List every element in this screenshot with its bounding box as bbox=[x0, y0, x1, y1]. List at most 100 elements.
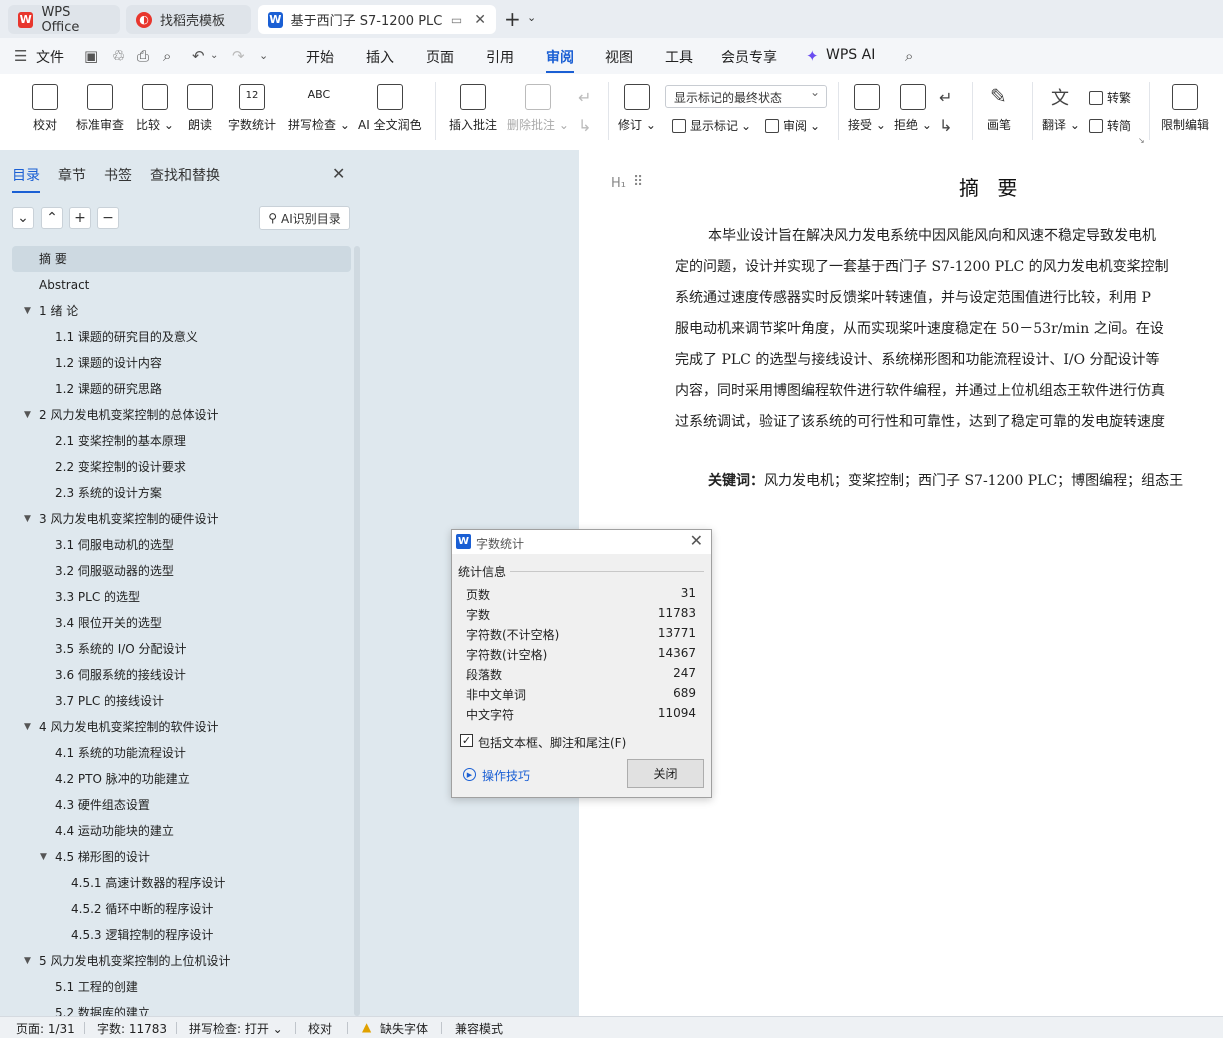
tips-link[interactable]: 操作技巧 bbox=[482, 767, 530, 784]
reject-button[interactable]: 拒绝 ⌄ bbox=[894, 84, 932, 133]
menu-file[interactable]: 文件 bbox=[36, 47, 64, 67]
pen-button[interactable]: ✎ 画笔 bbox=[986, 84, 1012, 133]
undo-icon[interactable]: ↶ bbox=[192, 47, 205, 65]
toc-item[interactable]: 2.2 变桨控制的设计要求 bbox=[12, 454, 351, 480]
restrict-edit-button[interactable]: 限制编辑 bbox=[1161, 84, 1209, 133]
to-traditional-button[interactable]: 转繁 bbox=[1089, 89, 1131, 106]
print-preview-icon[interactable]: ⌕ bbox=[163, 47, 171, 65]
expand-arrow-icon[interactable]: ▼ bbox=[24, 402, 31, 428]
quick-access-chevron-icon[interactable]: ⌄ bbox=[259, 49, 268, 62]
next-comment-icon[interactable]: ↳ bbox=[578, 116, 591, 135]
menu-reference[interactable]: 引用 bbox=[486, 47, 514, 67]
toc-item[interactable]: 1.1 课题的研究目的及意义 bbox=[12, 324, 351, 350]
tab-document[interactable]: W 基于西门子 S7-1200 PLC 的 ▭ ✕ bbox=[258, 5, 496, 34]
markup-view-select[interactable]: 显示标记的最终状态 bbox=[665, 85, 827, 108]
toc-item[interactable]: 2.3 系统的设计方案 bbox=[12, 480, 351, 506]
revise-button[interactable]: 修订 ⌄ bbox=[618, 84, 656, 133]
menu-insert[interactable]: 插入 bbox=[366, 47, 394, 67]
dialog-titlebar[interactable]: W 字数统计 ✕ bbox=[452, 530, 711, 554]
toc-item[interactable]: Abstract bbox=[12, 272, 351, 298]
toc-item[interactable]: 4.4 运动功能块的建立 bbox=[12, 818, 351, 844]
expand-arrow-icon[interactable]: ▼ bbox=[24, 298, 31, 324]
toc-item[interactable]: 3.1 伺服电动机的选型 bbox=[12, 532, 351, 558]
spell-check-button[interactable]: ABC 拼写检查 ⌄ bbox=[288, 84, 350, 133]
include-textbox-label[interactable]: 包括文本框、脚注和尾注(F) bbox=[478, 734, 626, 751]
ai-polish-button[interactable]: AI 全文润色 bbox=[358, 84, 422, 133]
status-word-count[interactable]: 字数: 11783 bbox=[97, 1020, 167, 1037]
menu-view[interactable]: 视图 bbox=[605, 47, 633, 67]
heading-marker-icon[interactable]: H₁ bbox=[611, 176, 626, 191]
toc-item[interactable]: ▼ 4.5 梯形图的设计 bbox=[12, 844, 351, 870]
show-markup-button[interactable]: 显示标记 ⌄ bbox=[672, 117, 751, 134]
word-count-button[interactable]: 12 字数统计 bbox=[228, 84, 276, 133]
delete-comment-button[interactable]: 删除批注 ⌄ bbox=[507, 84, 569, 133]
toc-item[interactable]: 1.2 课题的研究思路 bbox=[12, 376, 351, 402]
save-icon[interactable]: ▣ bbox=[84, 47, 98, 65]
tab-wps-office[interactable]: W WPS Office bbox=[8, 5, 120, 35]
toc-item[interactable]: ▼ 2 风力发电机变桨控制的总体设计 bbox=[12, 402, 351, 428]
menu-tools[interactable]: 工具 bbox=[665, 47, 693, 67]
nav-tab-find-replace[interactable]: 查找和替换 bbox=[150, 165, 220, 185]
status-page[interactable]: 页面: 1/31 bbox=[16, 1020, 75, 1037]
toc-item[interactable]: 2.1 变桨控制的基本原理 bbox=[12, 428, 351, 454]
close-tab-icon[interactable]: ✕ bbox=[474, 12, 486, 28]
proofread-button[interactable]: 校对 bbox=[32, 84, 58, 133]
dialog-close-icon[interactable]: ✕ bbox=[690, 531, 703, 550]
toc-item[interactable]: 3.6 伺服系统的接线设计 bbox=[12, 662, 351, 688]
share-icon[interactable]: ♲ bbox=[112, 47, 125, 65]
play-circle-icon[interactable]: ▶ bbox=[463, 768, 476, 781]
toc-item[interactable]: ▼ 1 绪 论 bbox=[12, 298, 351, 324]
accept-button[interactable]: 接受 ⌄ bbox=[848, 84, 886, 133]
ai-toc-button[interactable]: ⚲ AI识别目录 bbox=[259, 206, 350, 230]
insert-comment-button[interactable]: 插入批注 bbox=[449, 84, 497, 133]
nav-scrollbar[interactable] bbox=[354, 246, 360, 1016]
ribbon-expand-icon[interactable]: ↘ bbox=[1138, 136, 1145, 145]
expand-arrow-icon[interactable]: ▼ bbox=[24, 714, 31, 740]
close-pane-icon[interactable]: ✕ bbox=[332, 164, 345, 183]
translate-button[interactable]: 文 翻译 ⌄ bbox=[1042, 84, 1080, 133]
toc-item[interactable]: 摘 要 bbox=[12, 246, 351, 272]
search-icon[interactable]: ⌕ bbox=[905, 47, 913, 65]
menu-membership[interactable]: 会员专享 bbox=[721, 47, 777, 67]
expand-arrow-icon[interactable]: ▼ bbox=[40, 844, 47, 870]
status-missing-font[interactable]: 缺失字体 bbox=[380, 1020, 428, 1037]
menu-review[interactable]: 审阅 bbox=[546, 47, 574, 73]
menu-home[interactable]: 开始 bbox=[306, 47, 334, 67]
toc-item[interactable]: ▼ 3 风力发电机变桨控制的硬件设计 bbox=[12, 506, 351, 532]
toc-item[interactable]: 4.2 PTO 脉冲的功能建立 bbox=[12, 766, 351, 792]
demote-button[interactable]: − bbox=[97, 207, 119, 229]
toc-item[interactable]: 1.2 课题的设计内容 bbox=[12, 350, 351, 376]
prev-change-icon[interactable]: ↵ bbox=[939, 88, 952, 107]
toc-item[interactable]: 3.3 PLC 的选型 bbox=[12, 584, 351, 610]
toc-item[interactable]: 4.5.1 高速计数器的程序设计 bbox=[12, 870, 351, 896]
toc-item[interactable]: 4.5.2 循环中断的程序设计 bbox=[12, 896, 351, 922]
standard-review-button[interactable]: 标准审查 bbox=[76, 84, 124, 133]
tab-list-chevron-icon[interactable]: ⌄ bbox=[527, 11, 536, 24]
read-aloud-button[interactable]: 朗读 bbox=[187, 84, 213, 133]
collapse-all-button[interactable]: ⌄ bbox=[12, 207, 34, 229]
new-tab-icon[interactable]: + bbox=[504, 7, 521, 31]
review-pane-button[interactable]: 审阅 ⌄ bbox=[765, 117, 820, 134]
toc-item[interactable]: ▼ 4 风力发电机变桨控制的软件设计 bbox=[12, 714, 351, 740]
toc-item[interactable]: 5.1 工程的创建 bbox=[12, 974, 351, 1000]
toc-item[interactable]: 4.1 系统的功能流程设计 bbox=[12, 740, 351, 766]
next-change-icon[interactable]: ↳ bbox=[939, 116, 952, 135]
include-textbox-checkbox[interactable]: ✓ bbox=[460, 734, 473, 747]
undo-dropdown-icon[interactable]: ⌄ bbox=[210, 50, 218, 61]
status-proofread[interactable]: 校对 bbox=[308, 1020, 332, 1037]
hamburger-icon[interactable]: ☰ bbox=[14, 47, 27, 65]
print-icon[interactable]: ⎙ bbox=[137, 47, 149, 65]
toc-item[interactable]: 3.2 伺服驱动器的选型 bbox=[12, 558, 351, 584]
compare-button[interactable]: 比较 ⌄ bbox=[136, 84, 174, 133]
toc-item[interactable]: ▼ 5 风力发电机变桨控制的上位机设计 bbox=[12, 948, 351, 974]
menu-page[interactable]: 页面 bbox=[426, 47, 454, 67]
expand-up-button[interactable]: ⌃ bbox=[41, 207, 63, 229]
expand-arrow-icon[interactable]: ▼ bbox=[24, 506, 31, 532]
nav-tab-chapters[interactable]: 章节 bbox=[58, 165, 86, 185]
toc-item[interactable]: 4.3 硬件组态设置 bbox=[12, 792, 351, 818]
status-spell-check[interactable]: 拼写检查: 打开 ⌄ bbox=[189, 1020, 283, 1037]
promote-button[interactable]: + bbox=[69, 207, 91, 229]
tab-docer[interactable]: ◐ 找稻壳模板 bbox=[126, 5, 251, 34]
dialog-close-button[interactable]: 关闭 bbox=[627, 759, 704, 788]
redo-icon[interactable]: ↷ bbox=[232, 47, 245, 65]
